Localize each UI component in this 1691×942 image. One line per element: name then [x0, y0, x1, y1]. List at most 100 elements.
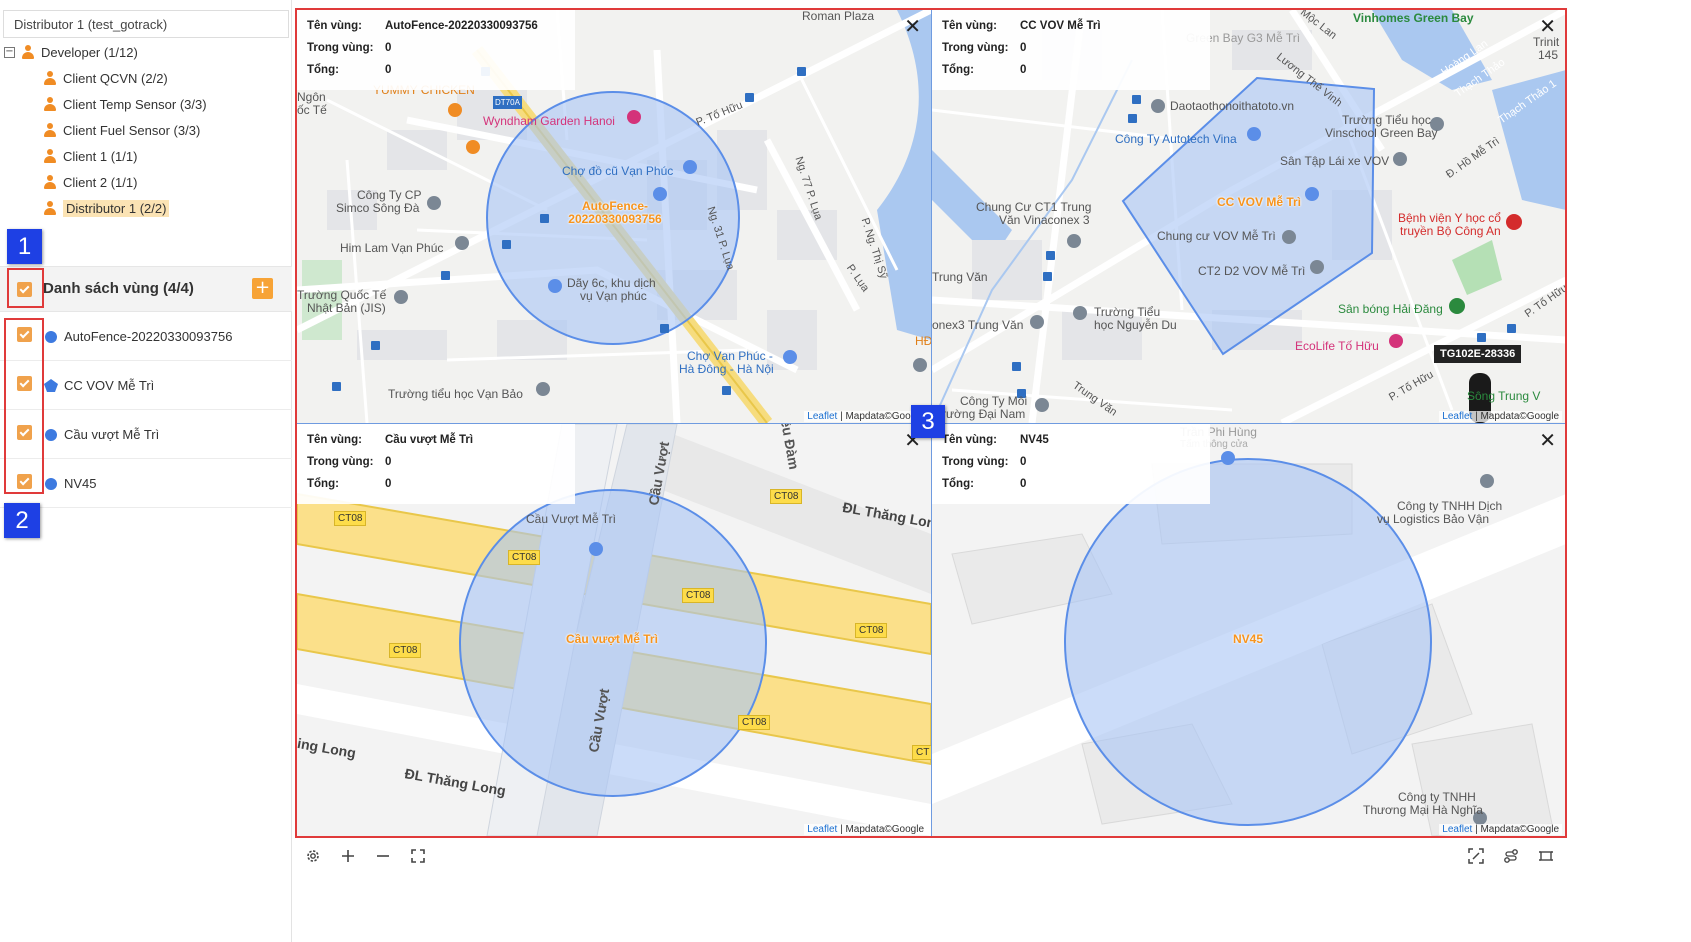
tree-node-client-qcvn[interactable]: Client QCVN (2/2) — [43, 67, 168, 89]
zone-list-item[interactable]: Cầu vượt Mễ Trì — [0, 410, 292, 459]
map-place-label: Roman Plaza — [802, 10, 875, 23]
info-key-inside: Trong vùng: — [942, 456, 1009, 468]
leaflet-link[interactable]: Leaflet — [1442, 824, 1472, 835]
tree-node-client-2[interactable]: Client 2 (1/1) — [43, 171, 137, 193]
map-place-label: Công Ty Autotech Vina — [1115, 132, 1237, 146]
fit-bounds-button[interactable] — [1461, 840, 1491, 872]
zoom-out-icon — [377, 855, 389, 857]
fullscreen-icon — [411, 849, 425, 863]
annotation-tag-2: 2 — [4, 503, 40, 538]
map-panel-cc-vov[interactable]: Vinhomes Green Bay Green Bay G3 Mễ Trì M… — [932, 10, 1566, 423]
map-place-label: ốc Tế — [297, 103, 327, 117]
info-key-name: Tên vùng: — [942, 20, 997, 32]
map-place-label: Simco Sông Đà — [336, 201, 420, 215]
fit-bounds-icon — [1468, 848, 1484, 864]
gear-icon — [307, 850, 319, 862]
layout-button[interactable] — [1531, 840, 1561, 872]
tree-node-client-temp-sensor[interactable]: Client Temp Sensor (3/3) — [43, 93, 207, 115]
map-attribution: Leaflet | Mapdata©Google — [804, 411, 927, 422]
settings-button[interactable] — [298, 840, 328, 872]
zone-list-header: Danh sách vùng (4/4) + — [0, 266, 292, 312]
zone-list-item[interactable]: CC VOV Mễ Trì — [0, 361, 292, 410]
info-key-inside: Trong vùng: — [942, 42, 1009, 54]
info-key-inside: Trong vùng: — [307, 42, 374, 54]
close-panel-icon[interactable]: ✕ — [1539, 430, 1556, 450]
device-label[interactable]: TG102E-28336 — [1434, 345, 1522, 363]
zone-checkbox[interactable] — [17, 327, 32, 342]
map-place-label: Thương Mại Hà Nghĩa — [1363, 803, 1483, 817]
road-tag: CT08 — [389, 643, 422, 658]
zoom-in-icon — [342, 850, 354, 862]
zone-info-box: Tên vùng: Cầu vượt Mễ Trì Trong vùng: 0 Tổ… — [297, 424, 575, 504]
road-tag: CT08 — [508, 550, 541, 565]
map-place-label: Vinhomes Green Bay — [1353, 11, 1474, 25]
layout-icon — [1539, 851, 1553, 861]
leaflet-link[interactable]: Leaflet — [807, 411, 837, 422]
tree-node-client-fuel-sensor[interactable]: Client Fuel Sensor (3/3) — [43, 119, 200, 141]
road-tag: CT — [912, 745, 931, 760]
close-panel-icon[interactable]: ✕ — [904, 16, 921, 36]
select-all-checkbox[interactable] — [17, 282, 32, 297]
road-tag: CT08 — [770, 489, 803, 504]
info-key-total: Tổng: — [307, 64, 339, 76]
tree-node-client-1[interactable]: Client 1 (1/1) — [43, 145, 137, 167]
road-tag: CT08 — [855, 623, 888, 638]
tree-node-label: Client Fuel Sensor (3/3) — [63, 122, 201, 138]
map-attribution: Leaflet | Mapdata©Google — [1439, 824, 1562, 835]
map-place-label: rường Đại Nam — [942, 407, 1026, 421]
close-panel-icon[interactable]: ✕ — [1539, 16, 1556, 36]
circle-zone-icon — [45, 429, 57, 441]
map-place-label: CT2 D2 VOV Mễ Trì — [1198, 264, 1306, 278]
zone-checkbox[interactable] — [17, 474, 32, 489]
map-place-label: EcoLife Tố Hữu — [1295, 339, 1379, 353]
map-panel-autofence[interactable]: Roman Plaza Ngôn ốc Tế YUMMY CHICKEN DT7… — [297, 10, 931, 423]
zone-label: AutoFence-20220330093756 — [64, 329, 233, 344]
zone-label: NV45 — [64, 476, 97, 491]
zone-map-label: CC VOV Mễ Trì — [1217, 195, 1302, 209]
zone-list-item[interactable]: NV45 — [0, 459, 292, 508]
map-panel-cau-vuot[interactable]: Cầu Vượt iều Đàm Cầu Vượt Mễ Trì ĐL Thăn… — [297, 424, 931, 836]
zone-checkbox[interactable] — [17, 376, 32, 391]
info-key-name: Tên vùng: — [307, 20, 362, 32]
map-panel-nv45[interactable]: Trần Phi Hùng Tấm thông cửa Công ty TNHH… — [932, 424, 1566, 836]
road-shield: DT70A — [493, 96, 522, 109]
info-inside-count: 0 — [385, 456, 392, 468]
map-place-label: Sân Tập Lái xe VOV — [1280, 154, 1390, 168]
collapse-icon[interactable]: − — [4, 46, 15, 58]
zone-label: CC VOV Mễ Trì — [64, 378, 155, 393]
map-place-label: Daotaothonoithatoto.vn — [1170, 99, 1295, 113]
tree-node-developer[interactable]: − Developer (1/12) — [4, 41, 138, 63]
user-icon — [43, 97, 57, 111]
map-place-label: onex3 Trung Văn — [932, 318, 1024, 332]
zone-checkbox[interactable] — [17, 425, 32, 440]
user-icon — [43, 71, 57, 85]
road-tag: CT08 — [334, 511, 367, 526]
info-total-count: 0 — [385, 478, 392, 490]
road-tag: CT08 — [738, 715, 771, 730]
leaflet-link[interactable]: Leaflet — [807, 824, 837, 835]
map-place-label: vụ Logistics Bảo Vận — [1377, 512, 1490, 526]
tree-node-label: Client 2 (1/1) — [63, 174, 138, 190]
info-zone-name: CC VOV Mễ Trì — [1020, 20, 1101, 32]
route-button[interactable] — [1496, 840, 1526, 872]
zoom-out-button[interactable] — [368, 840, 398, 872]
tree-node-label: Distributor 1 (2/2) — [63, 199, 170, 217]
zone-map-label: NV45 — [1233, 632, 1264, 646]
map-place-label: vụ Vạn phúc — [580, 289, 647, 303]
fullscreen-button[interactable] — [403, 840, 433, 872]
add-zone-button[interactable]: + — [252, 278, 273, 299]
zone-list-item[interactable]: AutoFence-20220330093756 — [0, 312, 292, 361]
info-key-name: Tên vùng: — [942, 434, 997, 446]
zone-info-box: Tên vùng: CC VOV Mễ Trì Trong vùng: 0 Tổng… — [932, 10, 1210, 90]
leaflet-link[interactable]: Leaflet — [1442, 411, 1472, 422]
zoom-in-button[interactable] — [333, 840, 363, 872]
zone-info-box: Tên vùng: AutoFence-20220330093756 Trong … — [297, 10, 575, 90]
zone-info-box: Tên vùng: NV45 Trong vùng: 0 Tổng: 0 — [932, 424, 1210, 504]
distributor-selector[interactable]: Distributor 1 (test_gotrack) — [3, 10, 289, 38]
info-key-total: Tổng: — [942, 478, 974, 490]
map-place-label: 145 — [1538, 48, 1559, 62]
tree-node-distributor-1[interactable]: Distributor 1 (2/2) — [43, 197, 170, 219]
map-toolbar — [297, 840, 1566, 874]
info-inside-count: 0 — [1020, 42, 1027, 54]
zone-map-label: Cầu vượt Mễ Trì — [566, 632, 658, 646]
